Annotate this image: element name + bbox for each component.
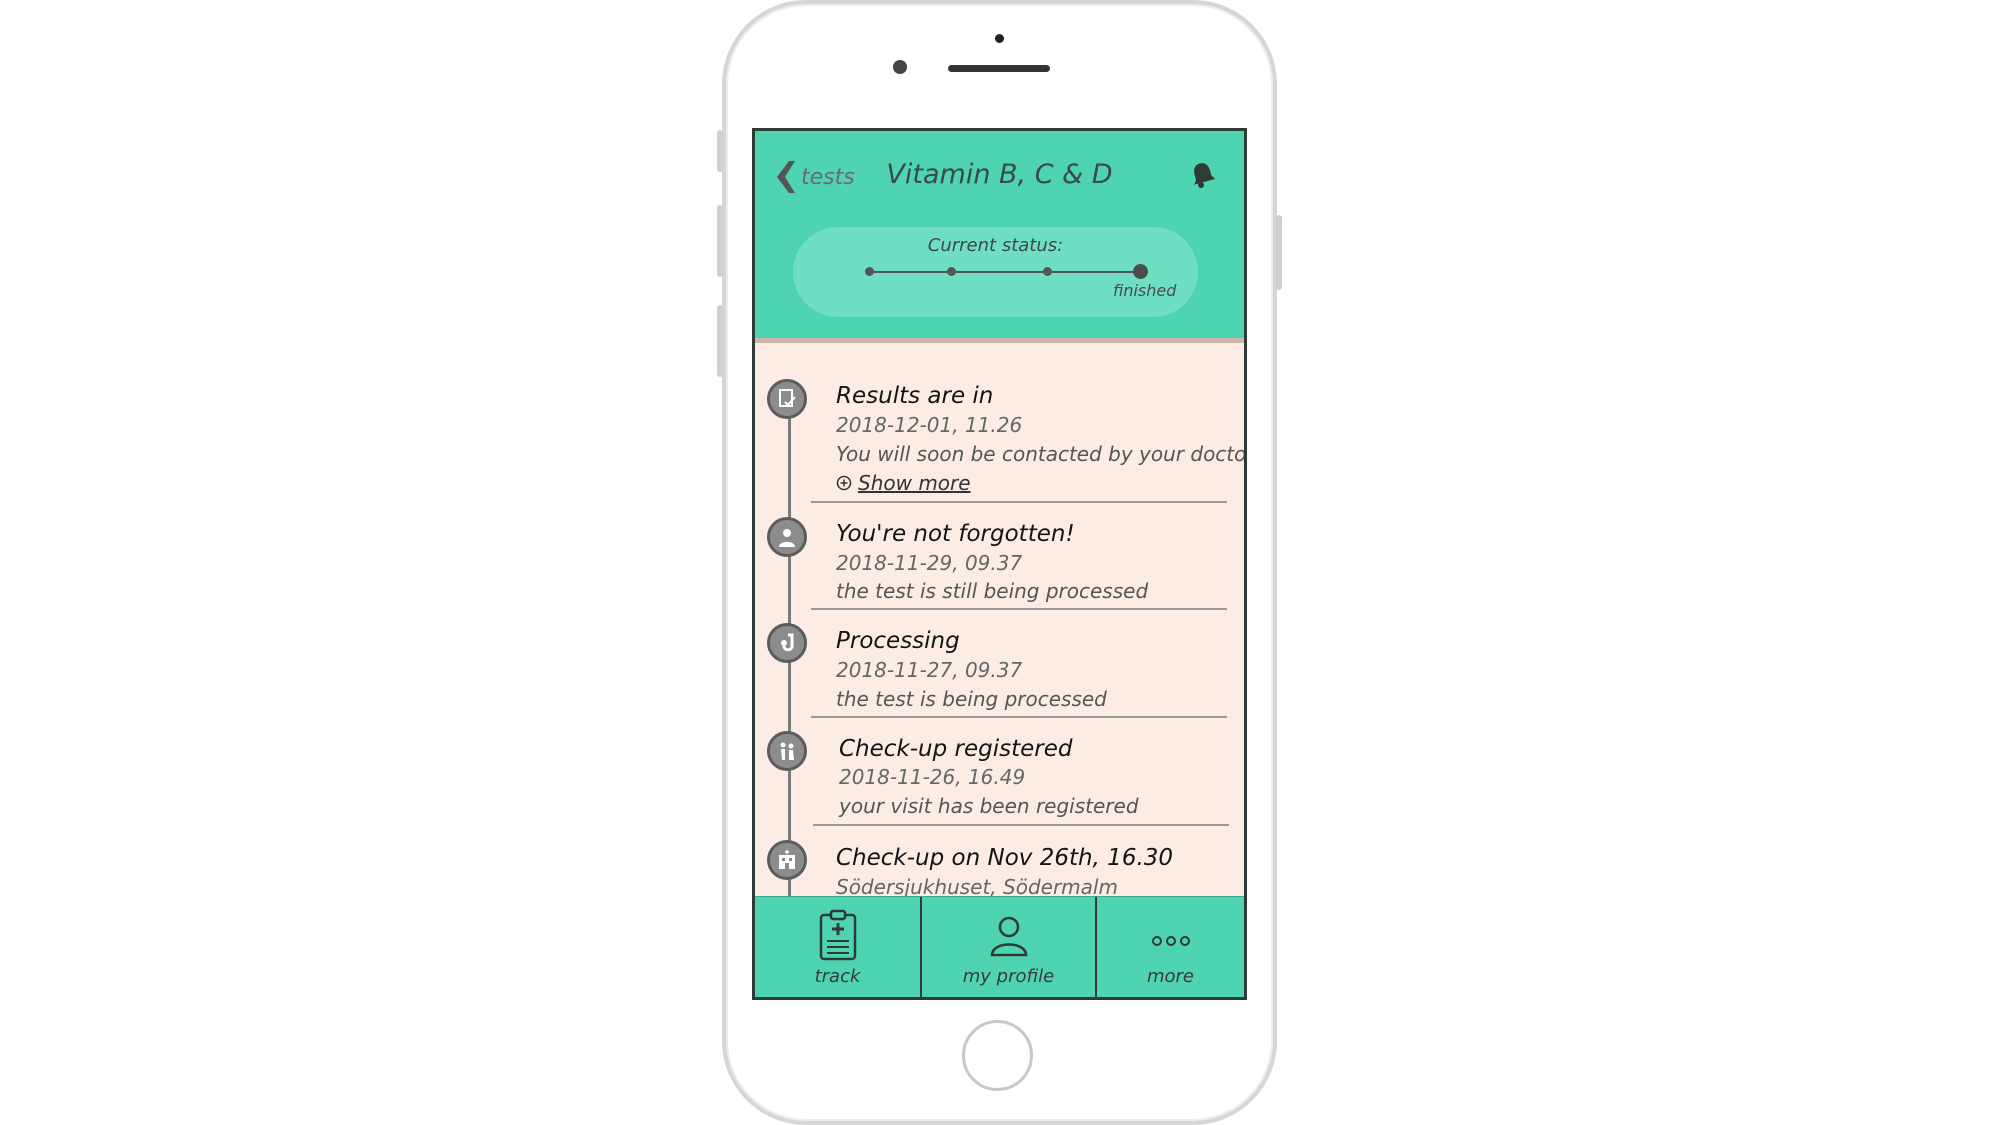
front-camera bbox=[893, 60, 907, 74]
event-title: Processing bbox=[836, 628, 960, 654]
event-title: Check-up registered bbox=[839, 736, 1073, 762]
event-date: 2018-11-27, 09.37 bbox=[836, 658, 1023, 682]
show-more-link[interactable]: Show more bbox=[836, 471, 971, 495]
event-description: the test is still being processed bbox=[836, 579, 1149, 603]
event-description: the test is being processed bbox=[836, 687, 1107, 711]
event-date: 2018-11-29, 09.37 bbox=[836, 551, 1023, 575]
plus-circle-icon bbox=[836, 475, 852, 491]
event-title: Results are in bbox=[836, 383, 994, 409]
status-step-1 bbox=[865, 267, 874, 276]
more-dots-icon bbox=[1151, 936, 1190, 946]
app-screen: tests Vitamin B, C & D Current status: f… bbox=[752, 128, 1247, 1000]
event-description: your visit has been registered bbox=[839, 794, 1139, 818]
volume-up-button bbox=[717, 205, 723, 277]
mute-switch bbox=[717, 130, 723, 172]
nav-track[interactable]: track bbox=[755, 897, 920, 997]
page-title: Vitamin B, C & D bbox=[886, 159, 1113, 190]
user-icon bbox=[990, 916, 1027, 957]
event-date: 2018-11-26, 16.49 bbox=[839, 765, 1026, 789]
event-divider bbox=[813, 824, 1229, 826]
bell-icon[interactable] bbox=[1190, 161, 1216, 193]
status-step-current bbox=[1133, 264, 1148, 279]
home-button[interactable] bbox=[962, 1020, 1033, 1091]
volume-down-button bbox=[717, 305, 723, 377]
status-final-label: finished bbox=[1113, 281, 1177, 300]
status-step-2 bbox=[947, 267, 956, 276]
status-tracker: Current status: finished bbox=[793, 227, 1198, 317]
clipboard-medical-icon bbox=[819, 909, 856, 961]
event-description: You will soon be contacted by your docto… bbox=[836, 442, 1247, 466]
show-more-label: Show more bbox=[858, 471, 971, 495]
event-date: 2018-12-01, 11.26 bbox=[836, 413, 1023, 437]
nav-track-label: track bbox=[814, 966, 861, 987]
event-title: You're not forgotten! bbox=[836, 521, 1075, 547]
nav-my-profile[interactable]: my profile bbox=[922, 897, 1095, 997]
event-divider bbox=[811, 716, 1227, 718]
document-check-icon bbox=[767, 379, 807, 419]
test-header: tests Vitamin B, C & D Current status: f… bbox=[755, 131, 1244, 343]
nav-profile-label: my profile bbox=[962, 966, 1055, 987]
event-divider bbox=[811, 501, 1227, 503]
hospital-icon bbox=[767, 840, 807, 880]
timeline-line bbox=[788, 393, 791, 973]
status-label: Current status: bbox=[927, 235, 1064, 256]
proximity-sensor bbox=[995, 34, 1004, 43]
event-title: Check-up on Nov 26th, 16.30 bbox=[836, 845, 1174, 871]
nav-more-label: more bbox=[1146, 966, 1195, 987]
checkin-icon bbox=[767, 731, 807, 771]
bottom-navigation: track my profile more bbox=[755, 896, 1244, 997]
doctor-icon bbox=[767, 517, 807, 557]
nav-more[interactable]: more bbox=[1097, 897, 1244, 997]
status-step-3 bbox=[1043, 267, 1052, 276]
processing-icon bbox=[767, 623, 807, 663]
earpiece-speaker bbox=[948, 65, 1050, 72]
event-divider bbox=[811, 608, 1227, 610]
power-button bbox=[1276, 215, 1282, 290]
status-progress-line bbox=[869, 271, 1139, 273]
